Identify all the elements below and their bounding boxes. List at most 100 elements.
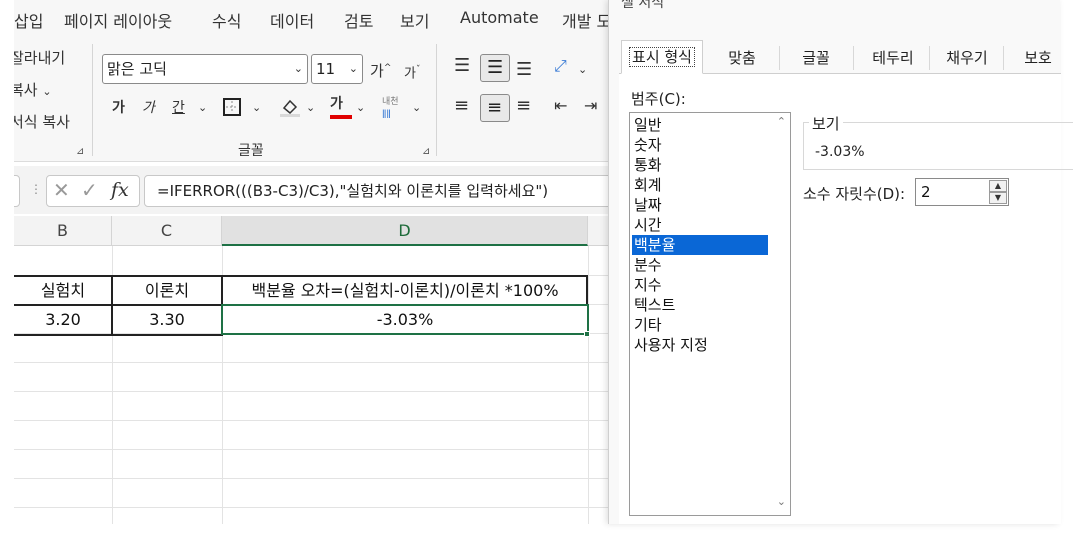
scroll-down-icon[interactable]: ⌄: [777, 495, 786, 508]
excel-window: 삽입 페이지 레이아웃 수식 데이터 검토 보기 Automate 개발 도 잘…: [14, 0, 614, 524]
menu-view[interactable]: 보기: [400, 8, 429, 32]
chevron-down-icon: ⌄: [293, 62, 303, 75]
category-item-date[interactable]: 날짜: [632, 195, 768, 215]
menu-automate[interactable]: Automate: [460, 8, 539, 27]
row-line: [14, 362, 614, 363]
column-header-b[interactable]: B: [14, 216, 112, 246]
copy-button[interactable]: 복사 ⌄: [14, 80, 52, 102]
format-cells-dialog: 셀 서식 표시 형식 맞춤 글꼴 테두리 채우기 보호 범주(C): 일반 숫자…: [608, 0, 1073, 524]
cancel-icon[interactable]: ✕: [53, 178, 70, 202]
category-item-currency[interactable]: 통화: [632, 155, 768, 175]
cell-b2[interactable]: 실험치: [14, 276, 112, 305]
grow-font-button[interactable]: 가^: [370, 58, 391, 81]
category-item-general[interactable]: 일반: [632, 115, 768, 135]
category-label: 범주(C):: [631, 90, 686, 108]
tab-separator: [1003, 46, 1004, 70]
align-middle-icon: ☰: [487, 57, 504, 78]
tab-alignment[interactable]: 맞춤: [709, 44, 775, 74]
menu-page-layout[interactable]: 페이지 레이아웃: [64, 8, 172, 32]
column-header-d[interactable]: D: [222, 216, 588, 246]
font-color-swatch: [330, 115, 352, 119]
chevron-down-icon[interactable]: ⌄: [306, 98, 315, 118]
border-button[interactable]: [222, 97, 242, 123]
decrease-indent-icon[interactable]: ⇤: [554, 96, 567, 116]
spin-down-icon[interactable]: ▼: [989, 192, 1007, 204]
column-header-c[interactable]: C: [112, 216, 222, 246]
category-item-accounting[interactable]: 회계: [632, 175, 768, 195]
row-line: [14, 391, 614, 392]
formula-input[interactable]: =IFERROR(((B3-C3)/C3),"실험치와 이론치를 입력하세요"): [144, 175, 614, 207]
tab-fill[interactable]: 채우기: [931, 44, 1003, 74]
menu-review[interactable]: 검토: [344, 8, 373, 32]
phonetic-label: 내천: [382, 97, 399, 107]
tab-font[interactable]: 글꼴: [783, 44, 849, 74]
dialog-launcher-icon[interactable]: ⊿: [422, 146, 430, 157]
align-middle-button[interactable]: ☰: [480, 54, 510, 82]
menu-developer[interactable]: 개발 도: [562, 8, 611, 32]
chevron-down-icon[interactable]: ⌄: [198, 98, 207, 118]
category-item-number[interactable]: 숫자: [632, 135, 768, 155]
font-color-button[interactable]: 가: [330, 94, 352, 119]
chevron-down-icon[interactable]: ⌄: [412, 98, 421, 118]
column-line: [588, 246, 589, 524]
cell-b3[interactable]: 3.20: [14, 305, 112, 334]
fx-icon[interactable]: fx: [111, 179, 129, 201]
spin-up-icon[interactable]: ▲: [989, 180, 1007, 192]
caret-down-icon: ˇ: [415, 65, 421, 75]
menu-insert[interactable]: 삽입: [14, 8, 43, 32]
category-item-custom[interactable]: 사용자 지정: [632, 335, 768, 355]
category-item-scientific[interactable]: 지수: [632, 275, 768, 295]
underline-button[interactable]: 간: [172, 98, 185, 118]
dialog-launcher-icon[interactable]: ⊿: [76, 146, 84, 157]
tab-border[interactable]: 테두리: [857, 44, 929, 74]
ribbon: 삽입 페이지 레이아웃 수식 데이터 검토 보기 Automate 개발 도 잘…: [14, 0, 614, 162]
chevron-down-icon[interactable]: ⌄: [252, 98, 261, 118]
fill-handle[interactable]: [584, 331, 590, 337]
scroll-up-icon[interactable]: ⌃: [777, 115, 786, 128]
tab-number[interactable]: 표시 형식: [621, 40, 703, 74]
row-line: [14, 449, 614, 450]
align-left-icon[interactable]: ≡: [454, 96, 469, 116]
align-top-icon[interactable]: ☰: [454, 56, 470, 76]
bold-button[interactable]: 가: [112, 98, 125, 118]
cell-c2[interactable]: 이론치: [112, 276, 222, 305]
font-name-dropdown[interactable]: 맑은 고딕 ⌄: [102, 54, 308, 84]
fill-color-button[interactable]: [278, 96, 302, 124]
italic-button[interactable]: 가: [142, 98, 155, 118]
grip-icon: ⋮: [30, 182, 42, 196]
increase-indent-icon[interactable]: ⇥: [584, 96, 597, 116]
format-painter-button[interactable]: 서식 복사: [14, 112, 70, 132]
formula-bar: ⋮ ✕ ✓ fx =IFERROR(((B3-C3)/C3),"실험치와 이론치…: [14, 166, 614, 214]
decimal-places-input[interactable]: 2 ▲ ▼: [915, 178, 1009, 206]
chevron-down-icon[interactable]: ⌄: [578, 60, 587, 80]
cell-d2[interactable]: 백분율 오차=(실험치-이론치)/이론치 *100%: [222, 276, 588, 305]
category-item-percentage[interactable]: 백분율: [632, 235, 768, 255]
tab-protection[interactable]: 보호: [1005, 44, 1071, 74]
cell-d3[interactable]: -3.03%: [222, 305, 588, 334]
phonetic-button[interactable]: 내천 ǁǁ: [382, 96, 399, 120]
category-list[interactable]: 일반 숫자 통화 회계 날짜 시간 백분율 분수 지수 텍스트 기타 사용자 지…: [629, 112, 791, 516]
align-center-button[interactable]: ≡: [480, 94, 510, 122]
orientation-icon[interactable]: ⤢: [554, 56, 567, 76]
border-icon: [223, 98, 241, 116]
category-item-special[interactable]: 기타: [632, 315, 768, 335]
chevron-down-icon: ⌄: [348, 62, 358, 75]
category-item-text[interactable]: 텍스트: [632, 295, 768, 315]
name-box[interactable]: [14, 175, 20, 207]
shrink-font-button[interactable]: 가ˇ: [404, 60, 420, 84]
cut-button[interactable]: 잘라내기: [14, 48, 65, 68]
category-item-fraction[interactable]: 분수: [632, 255, 768, 275]
paint-bucket-icon: [280, 99, 300, 117]
row-line: [14, 507, 614, 508]
check-icon[interactable]: ✓: [81, 178, 98, 202]
menu-data[interactable]: 데이터: [270, 8, 314, 32]
category-item-time[interactable]: 시간: [632, 215, 768, 235]
phonetic-icon: ǁǁ: [382, 109, 391, 119]
chevron-down-icon[interactable]: ⌄: [356, 98, 365, 118]
row-line: [14, 420, 614, 421]
align-bottom-icon[interactable]: ☰: [516, 60, 532, 80]
font-size-dropdown[interactable]: 11 ⌄: [311, 54, 363, 84]
cell-c3[interactable]: 3.30: [112, 305, 222, 334]
align-right-icon[interactable]: ≡: [516, 96, 531, 116]
menu-formulas[interactable]: 수식: [212, 8, 241, 32]
